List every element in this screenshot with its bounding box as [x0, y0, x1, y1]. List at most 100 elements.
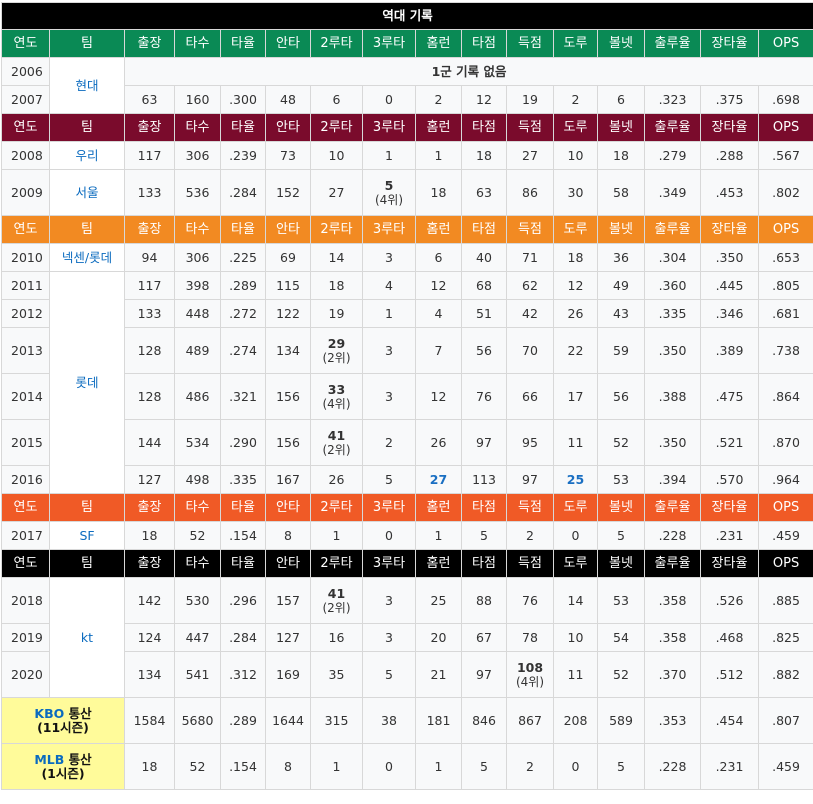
year-cell: 2008 — [2, 142, 50, 170]
stat-obp: .388 — [645, 374, 701, 420]
stat-walks: 59 — [598, 328, 645, 374]
header-row: 연도팀출장타수타율안타2루타3루타홈런타점득점도루볼넷출루율장타율OPS — [2, 550, 813, 578]
league-rank: (2위) — [322, 601, 350, 615]
stat-rbi: 97 — [462, 652, 507, 698]
column-header: 출장 — [125, 114, 175, 142]
team-link-kt[interactable]: kt — [50, 578, 125, 698]
stat-steals: 0 — [554, 522, 598, 550]
year-cell: 2014 — [2, 374, 50, 420]
stat-triples: 3 — [363, 244, 416, 272]
team-link-hyundai[interactable]: 현대 — [50, 58, 125, 114]
stat-runs: 42 — [507, 300, 554, 328]
stat-doubles: 18 — [311, 272, 363, 300]
column-header: 볼넷 — [598, 114, 645, 142]
column-header: 득점 — [507, 550, 554, 578]
column-header: 볼넷 — [598, 550, 645, 578]
stat-steals: 10 — [554, 142, 598, 170]
column-header: 장타율 — [701, 114, 759, 142]
stat-homeruns: 12 — [416, 374, 462, 420]
stat-hits: 73 — [266, 142, 311, 170]
stat-triples: 5 — [363, 652, 416, 698]
stat-rbi: 12 — [462, 86, 507, 114]
league-rank: (4위) — [375, 193, 403, 207]
stat-at-bats: 160 — [175, 86, 221, 114]
total-doubles: 315 — [311, 698, 363, 744]
stat-at-bats: 306 — [175, 244, 221, 272]
stat-steals: 18 — [554, 244, 598, 272]
stat-ops: .738 — [759, 328, 813, 374]
stat-triples: 1 — [363, 300, 416, 328]
stat-walks: 58 — [598, 170, 645, 216]
column-header: 팀 — [50, 216, 125, 244]
league-rank: (2위) — [322, 443, 350, 457]
header-row: 연도팀출장타수타율안타2루타3루타홈런타점득점도루볼넷출루율장타율OPS — [2, 30, 813, 58]
year-cell: 2020 — [2, 652, 50, 698]
column-header: 출루율 — [645, 30, 701, 58]
stat-at-bats: 534 — [175, 420, 221, 466]
stat-avg: .289 — [221, 272, 266, 300]
stat-triples: 1 — [363, 142, 416, 170]
stat-obp: .323 — [645, 86, 701, 114]
stat-triples: 3 — [363, 374, 416, 420]
stat-doubles: 27 — [311, 170, 363, 216]
total-games: 1584 — [125, 698, 175, 744]
stat-slg: .468 — [701, 624, 759, 652]
column-header: 출루율 — [645, 494, 701, 522]
stat-homeruns: 21 — [416, 652, 462, 698]
column-header: 득점 — [507, 494, 554, 522]
stat-homeruns: 2 — [416, 86, 462, 114]
stat-runs: 66 — [507, 374, 554, 420]
stat-obp: .349 — [645, 170, 701, 216]
stat-obp: .350 — [645, 420, 701, 466]
column-header: 볼넷 — [598, 494, 645, 522]
stat-rbi: 63 — [462, 170, 507, 216]
stat-ops: .882 — [759, 652, 813, 698]
stat-avg: .284 — [221, 624, 266, 652]
column-header: 타수 — [175, 30, 221, 58]
team-link-lotte[interactable]: 롯데 — [50, 272, 125, 494]
team-link-woori[interactable]: 우리 — [50, 142, 125, 170]
column-header: 2루타 — [311, 494, 363, 522]
stat-triples: 4 — [363, 272, 416, 300]
stat-hits: 169 — [266, 652, 311, 698]
league-name[interactable]: MLB — [34, 752, 64, 767]
total-rbi: 5 — [462, 744, 507, 790]
stat-at-bats: 398 — [175, 272, 221, 300]
stat-runs: 62 — [507, 272, 554, 300]
total-avg: .154 — [221, 744, 266, 790]
career-total-label: KBO 통산(11시즌) — [2, 698, 125, 744]
column-header: 팀 — [50, 30, 125, 58]
column-header: 득점 — [507, 30, 554, 58]
year-cell: 2015 — [2, 420, 50, 466]
total-games: 18 — [125, 744, 175, 790]
stat-homeruns: 27 — [416, 466, 462, 494]
stat-rbi: 40 — [462, 244, 507, 272]
stat-avg: .284 — [221, 170, 266, 216]
column-header: 타율 — [221, 216, 266, 244]
team-link-sf[interactable]: SF — [50, 522, 125, 550]
total-ops: .807 — [759, 698, 813, 744]
stat-steals: 10 — [554, 624, 598, 652]
stat-slg: .346 — [701, 300, 759, 328]
column-header: 볼넷 — [598, 216, 645, 244]
column-header: 홈런 — [416, 30, 462, 58]
total-label: 통산 — [69, 706, 92, 721]
stat-at-bats: 530 — [175, 578, 221, 624]
team-link-nexen_lotte[interactable]: 넥센/롯데 — [50, 244, 125, 272]
total-hits: 8 — [266, 744, 311, 790]
stat-hits: 8 — [266, 522, 311, 550]
stat-triples: 0 — [363, 522, 416, 550]
stat-at-bats: 52 — [175, 522, 221, 550]
column-header: 득점 — [507, 216, 554, 244]
stat-games: 124 — [125, 624, 175, 652]
league-name[interactable]: KBO — [34, 706, 64, 721]
team-link-seoul[interactable]: 서울 — [50, 170, 125, 216]
stat-hits: 115 — [266, 272, 311, 300]
stat-obp: .279 — [645, 142, 701, 170]
year-cell: 2007 — [2, 86, 50, 114]
column-header: 출장 — [125, 30, 175, 58]
stat-value: 29 — [328, 336, 345, 351]
stat-rbi: 18 — [462, 142, 507, 170]
stat-walks: 6 — [598, 86, 645, 114]
total-steals: 0 — [554, 744, 598, 790]
